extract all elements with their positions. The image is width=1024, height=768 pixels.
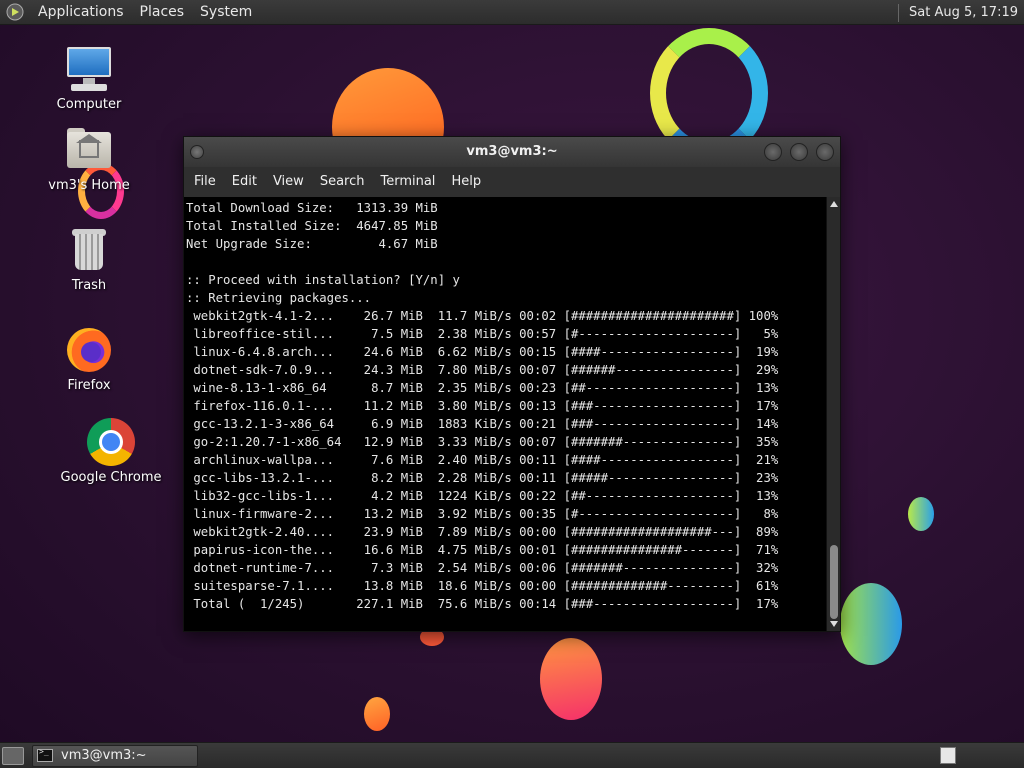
desktop-icon-label: Firefox [67, 378, 111, 393]
computer-icon [65, 45, 113, 93]
clock[interactable]: Sat Aug 5, 17:19 [909, 5, 1024, 20]
distro-logo-icon[interactable] [6, 3, 24, 21]
terminal-line: linux-6.4.8.arch... 24.6 MiB 6.62 MiB/s … [186, 345, 779, 359]
terminal-line: dotnet-sdk-7.0.9... 24.3 MiB 7.80 MiB/s … [186, 363, 779, 377]
wallpaper-blob [908, 497, 934, 531]
desktop-icon-trash[interactable]: Trash [34, 226, 144, 293]
terminal-line: gcc-13.2.1-3-x86_64 6.9 MiB 1883 KiB/s 0… [186, 417, 779, 431]
menu-applications[interactable]: Applications [30, 0, 132, 25]
terminal-line: suitesparse-7.1.... 13.8 MiB 18.6 MiB/s … [186, 579, 779, 593]
terminal-line: lib32-gcc-libs-1... 4.2 MiB 1224 KiB/s 0… [186, 489, 779, 503]
top-panel: Applications Places System Sat Aug 5, 17… [0, 0, 1024, 25]
terminal-line: wine-8.13-1-x86_64 8.7 MiB 2.35 MiB/s 00… [186, 381, 779, 395]
window-menubar: File Edit View Search Terminal Help [184, 167, 840, 197]
menu-view[interactable]: View [265, 167, 312, 197]
close-icon[interactable] [816, 143, 834, 161]
menu-search[interactable]: Search [312, 167, 373, 197]
home-folder-icon [65, 126, 113, 174]
terminal-line: webkit2gtk-2.40.... 23.9 MiB 7.89 MiB/s … [186, 525, 779, 539]
menu-help[interactable]: Help [443, 167, 489, 197]
window-titlebar[interactable]: vm3@vm3:~ [184, 137, 840, 167]
terminal-line: :: Retrieving packages... [186, 291, 372, 305]
wallpaper-blob [840, 583, 902, 665]
desktop-icon-label: Trash [71, 278, 107, 293]
window-menu-icon[interactable] [190, 145, 204, 159]
wallpaper-blob [540, 638, 602, 720]
chrome-icon [87, 418, 135, 466]
maximize-icon[interactable] [790, 143, 808, 161]
desktop-icon-computer[interactable]: Computer [34, 45, 144, 112]
show-desktop-icon[interactable] [2, 746, 24, 765]
terminal-output[interactable]: Total Download Size: 1313.39 MiB Total I… [184, 197, 826, 631]
terminal-line: dotnet-runtime-7... 7.3 MiB 2.54 MiB/s 0… [186, 561, 779, 575]
scroll-down-icon[interactable] [830, 621, 838, 627]
terminal-icon [37, 747, 53, 762]
terminal-scrollbar[interactable] [826, 197, 840, 631]
scroll-up-icon[interactable] [830, 201, 838, 207]
desktop-icon-home[interactable]: vm3's Home [34, 126, 144, 193]
terminal-line: libreoffice-stil... 7.5 MiB 2.38 MiB/s 0… [186, 327, 779, 341]
terminal-line: papirus-icon-the... 16.6 MiB 4.75 MiB/s … [186, 543, 779, 557]
window-controls [764, 143, 834, 161]
desktop-icon-label: Computer [56, 97, 122, 112]
terminal-line: :: Proceed with installation? [Y/n] y [186, 273, 460, 287]
taskbar-item-terminal[interactable]: vm3@vm3:~ [32, 744, 198, 767]
menu-edit[interactable]: Edit [224, 167, 265, 197]
minimize-icon[interactable] [764, 143, 782, 161]
menu-terminal[interactable]: Terminal [372, 167, 443, 197]
desktop-icon-label: vm3's Home [48, 178, 130, 193]
scrollbar-thumb[interactable] [830, 545, 838, 619]
menu-system[interactable]: System [192, 0, 260, 25]
firefox-icon [65, 326, 113, 374]
trash-icon [65, 226, 113, 274]
terminal-line: Net Upgrade Size: 4.67 MiB [186, 237, 438, 251]
terminal-line: Total ( 1/245) 227.1 MiB 75.6 MiB/s 00:1… [186, 597, 779, 611]
panel-separator [898, 3, 900, 22]
desktop-icon-firefox[interactable]: Firefox [34, 326, 144, 393]
desktop-icon-chrome[interactable]: Google Chrome [56, 418, 166, 485]
terminal-line: Total Installed Size: 4647.85 MiB [186, 219, 438, 233]
workspace-switcher[interactable] [940, 747, 956, 764]
terminal-line: archlinux-wallpa... 7.6 MiB 2.40 MiB/s 0… [186, 453, 779, 467]
terminal-line: webkit2gtk-4.1-2... 26.7 MiB 11.7 MiB/s … [186, 309, 779, 323]
window-title: vm3@vm3:~ [466, 144, 558, 159]
taskbar-item-label: vm3@vm3:~ [61, 748, 147, 763]
terminal-window[interactable]: vm3@vm3:~ File Edit View Search Terminal… [183, 136, 841, 632]
menu-places[interactable]: Places [132, 0, 193, 25]
desktop-icon-label: Google Chrome [60, 470, 162, 485]
terminal-line: linux-firmware-2... 13.2 MiB 3.92 MiB/s … [186, 507, 779, 521]
clock-area: Sat Aug 5, 17:19 [898, 0, 1024, 25]
terminal-line: go-2:1.20.7-1-x86_64 12.9 MiB 3.33 MiB/s… [186, 435, 779, 449]
terminal-line: Total Download Size: 1313.39 MiB [186, 201, 438, 215]
wallpaper-blob [364, 697, 390, 731]
terminal-line: firefox-116.0.1-... 11.2 MiB 3.80 MiB/s … [186, 399, 779, 413]
bottom-panel: vm3@vm3:~ [0, 742, 1024, 768]
menu-file[interactable]: File [186, 167, 224, 197]
terminal-line: gcc-libs-13.2.1-... 8.2 MiB 2.28 MiB/s 0… [186, 471, 779, 485]
